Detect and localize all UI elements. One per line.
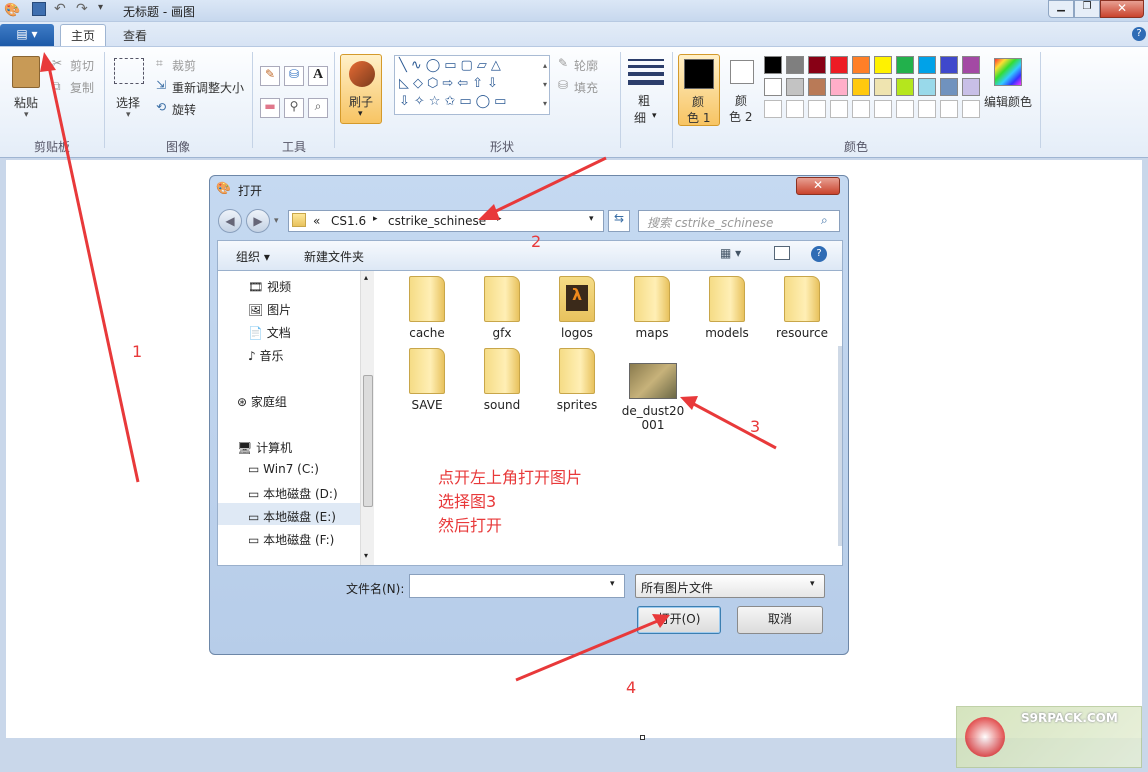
annotation-number-3: 3	[750, 417, 761, 436]
annotation-line-3: 然后打开	[438, 516, 503, 535]
arrow-2-head	[478, 204, 500, 220]
arrow-2	[489, 156, 607, 216]
arrow-4	[515, 618, 661, 682]
annotation-number-4: 4	[626, 678, 637, 697]
arrow-1-head	[40, 52, 56, 72]
watermark-logo: S9RPACK.COM	[956, 706, 1142, 768]
annotation-line-2: 选择图3	[438, 492, 497, 511]
annotation-line-1: 点开左上角打开图片	[438, 468, 583, 487]
annotation-arrows	[40, 52, 777, 682]
arrow-3	[689, 400, 777, 450]
watermark-text: S9RPACK.COM	[1021, 711, 1118, 725]
watermark-emblem-icon	[965, 717, 1005, 757]
annotation-number-1: 1	[132, 342, 143, 361]
annotation-number-2: 2	[531, 232, 542, 251]
arrow-1	[46, 61, 140, 483]
arrow-3-head	[680, 396, 698, 410]
